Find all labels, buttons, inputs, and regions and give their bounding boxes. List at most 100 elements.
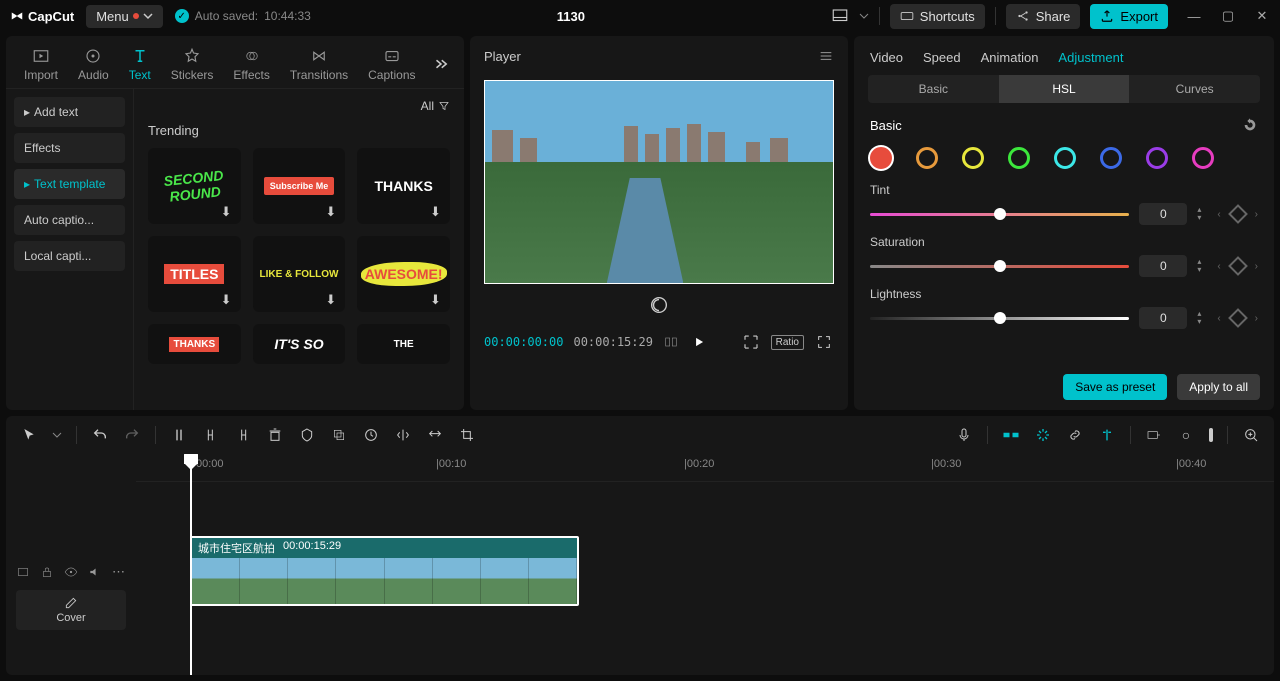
swatch-magenta[interactable]: [1192, 147, 1214, 169]
more-track-options[interactable]: ⋯: [112, 564, 125, 580]
menu-button[interactable]: Menu: [86, 5, 163, 28]
template-item[interactable]: Subscribe Me⬇: [253, 148, 346, 224]
undo-button[interactable]: [91, 426, 109, 444]
apply-to-all-button[interactable]: Apply to all: [1177, 374, 1260, 400]
project-name[interactable]: 1130: [323, 9, 819, 24]
export-button[interactable]: Export: [1090, 4, 1168, 29]
tab-speed[interactable]: Speed: [923, 50, 961, 65]
light-down[interactable]: ▾: [1197, 318, 1207, 326]
swatch-purple[interactable]: [1146, 147, 1168, 169]
sidebar-item-text-template[interactable]: ▸Text template: [14, 169, 125, 199]
subtab-basic[interactable]: Basic: [868, 75, 999, 103]
tint-down[interactable]: ▾: [1197, 214, 1207, 222]
eye-icon[interactable]: [64, 565, 78, 579]
download-icon[interactable]: ⬇: [430, 204, 446, 220]
tint-slider[interactable]: [870, 213, 1129, 216]
tab-stickers[interactable]: Stickers: [163, 44, 222, 84]
tab-video[interactable]: Video: [870, 50, 903, 65]
cover-button[interactable]: Cover: [16, 590, 126, 630]
download-icon[interactable]: ⬇: [221, 292, 237, 308]
maximize-button[interactable]: ▢: [1220, 8, 1236, 24]
swatch-cyan[interactable]: [1054, 147, 1076, 169]
chevron-down-icon[interactable]: [52, 430, 62, 440]
reset-icon[interactable]: [1242, 117, 1258, 133]
preview-axis-button[interactable]: [1098, 426, 1116, 444]
download-icon[interactable]: ⬇: [325, 292, 341, 308]
subtab-curves[interactable]: Curves: [1129, 75, 1260, 103]
close-button[interactable]: ✕: [1254, 8, 1270, 24]
fullscreen-button[interactable]: [814, 332, 834, 352]
duplicate-button[interactable]: [330, 426, 348, 444]
marker-button[interactable]: [298, 426, 316, 444]
minimize-button[interactable]: —: [1186, 8, 1202, 24]
swatch-blue[interactable]: [1100, 147, 1122, 169]
sidebar-item-add-text[interactable]: ▸Add text: [14, 97, 125, 127]
tab-effects[interactable]: Effects: [225, 44, 277, 84]
tint-value[interactable]: 0: [1139, 203, 1187, 225]
kf-prev[interactable]: ‹: [1217, 313, 1220, 324]
sidebar-item-local-captions[interactable]: Local capti...: [14, 241, 125, 271]
tab-captions[interactable]: Captions: [360, 44, 423, 84]
saturation-value[interactable]: 0: [1139, 255, 1187, 277]
template-item[interactable]: AWESOME!⬇: [357, 236, 450, 312]
template-item[interactable]: LIKE & FOLLOW⬇: [253, 236, 346, 312]
sidebar-item-effects[interactable]: Effects: [14, 133, 125, 163]
compare-icon[interactable]: [663, 334, 679, 350]
auto-snap-button[interactable]: [1034, 426, 1052, 444]
ratio-button[interactable]: Ratio: [771, 335, 804, 350]
crop-button[interactable]: [458, 426, 476, 444]
zoom-fit-button[interactable]: [1242, 426, 1260, 444]
rotate-button[interactable]: [426, 426, 444, 444]
download-icon[interactable]: ⬇: [221, 204, 237, 220]
kf-next[interactable]: ›: [1255, 209, 1258, 220]
track-header-icon[interactable]: [16, 565, 30, 579]
sidebar-item-auto-captions[interactable]: Auto captio...: [14, 205, 125, 235]
tab-text[interactable]: Text: [121, 44, 159, 84]
template-item[interactable]: IT'S SO: [253, 324, 346, 364]
video-clip[interactable]: 城市住宅区航拍 00:00:15:29: [190, 536, 579, 606]
chevron-down-icon[interactable]: [859, 11, 869, 21]
swatch-yellow[interactable]: [962, 147, 984, 169]
link-button[interactable]: [1066, 426, 1084, 444]
trim-left-button[interactable]: [202, 426, 220, 444]
swatch-orange[interactable]: [916, 147, 938, 169]
lightness-slider[interactable]: [870, 317, 1129, 320]
template-item[interactable]: TITLES⬇: [148, 236, 241, 312]
delete-button[interactable]: [266, 426, 284, 444]
main-track-magnet-button[interactable]: [1002, 426, 1020, 444]
swatch-green[interactable]: [1008, 147, 1030, 169]
lightness-value[interactable]: 0: [1139, 307, 1187, 329]
mute-icon[interactable]: [88, 565, 102, 579]
kf-next[interactable]: ›: [1255, 261, 1258, 272]
player-viewport[interactable]: [484, 80, 834, 284]
template-item[interactable]: THANKS: [148, 324, 241, 364]
download-icon[interactable]: ⬇: [430, 292, 446, 308]
record-vo-button[interactable]: [955, 426, 973, 444]
timeline-ruler[interactable]: 00:00 |00:10 |00:20 |00:30 |00:40: [136, 454, 1274, 482]
mirror-button[interactable]: [394, 426, 412, 444]
save-preset-button[interactable]: Save as preset: [1063, 374, 1167, 400]
more-tabs-button[interactable]: [428, 53, 454, 75]
tab-audio[interactable]: Audio: [70, 44, 117, 84]
tab-adjustment[interactable]: Adjustment: [1058, 50, 1123, 65]
trim-right-button[interactable]: [234, 426, 252, 444]
kf-prev[interactable]: ‹: [1217, 261, 1220, 272]
tab-animation[interactable]: Animation: [981, 50, 1039, 65]
layout-icon[interactable]: [831, 7, 849, 25]
redo-button[interactable]: [123, 426, 141, 444]
reset-viewport-icon[interactable]: [648, 294, 670, 316]
saturation-keyframe[interactable]: [1228, 256, 1248, 276]
tab-import[interactable]: Import: [16, 44, 66, 84]
reverse-button[interactable]: [362, 426, 380, 444]
saturation-slider[interactable]: [870, 265, 1129, 268]
lock-icon[interactable]: [40, 565, 54, 579]
subtab-hsl[interactable]: HSL: [999, 75, 1130, 103]
scale-to-fit-button[interactable]: [741, 332, 761, 352]
kf-next[interactable]: ›: [1255, 313, 1258, 324]
split-button[interactable]: [170, 426, 188, 444]
shortcuts-button[interactable]: Shortcuts: [890, 4, 985, 29]
zoom-handle[interactable]: [1209, 428, 1213, 442]
hamburger-icon[interactable]: [818, 48, 834, 64]
sat-down[interactable]: ▾: [1197, 266, 1207, 274]
swatch-red[interactable]: [870, 147, 892, 169]
